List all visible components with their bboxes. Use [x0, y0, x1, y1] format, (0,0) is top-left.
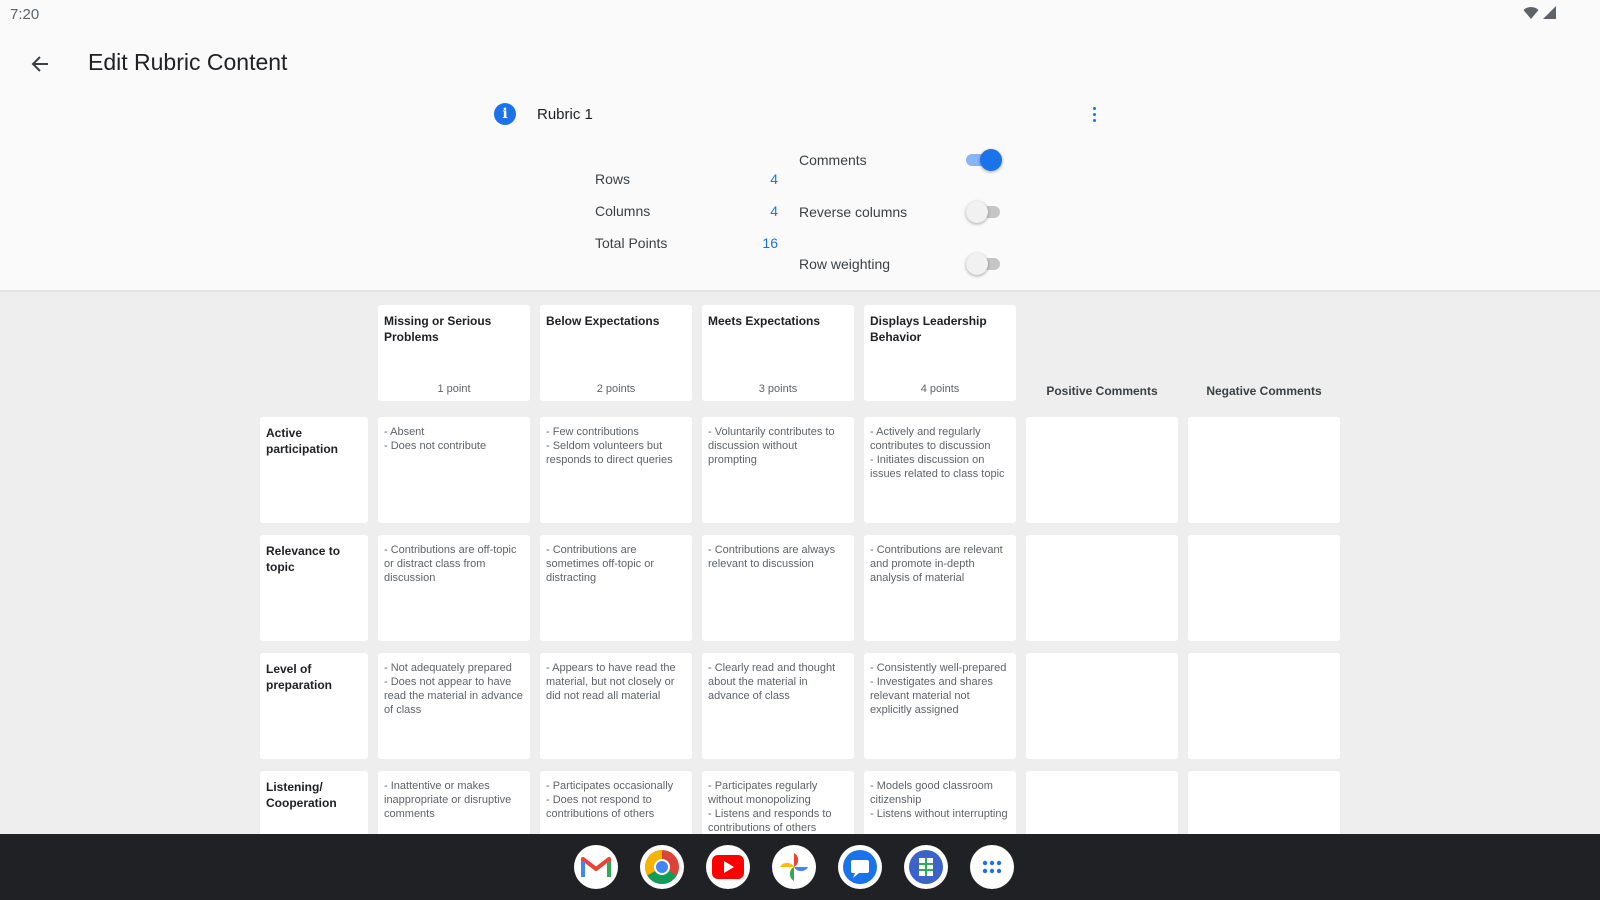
page-title: Edit Rubric Content [88, 49, 288, 75]
column-title: Missing or Serious Problems [384, 314, 492, 344]
column-points: 2 points [596, 383, 636, 395]
total-points-value: 16 [762, 235, 778, 251]
row-header[interactable]: Active participation [260, 417, 368, 523]
signal-icon [1543, 6, 1556, 19]
positive-comments-header: Positive Comments [1046, 384, 1158, 398]
reverse-columns-toggle[interactable] [966, 201, 1000, 223]
rows-value[interactable]: 4 [718, 171, 778, 187]
columns-label: Columns [595, 203, 651, 219]
rubric-grid: Missing or Serious Problems 1 point Belo… [0, 292, 1600, 834]
column-title: Meets Expectations [708, 314, 821, 328]
row-header[interactable]: Listening/ Cooperation [260, 771, 368, 834]
total-points-label: Total Points [595, 235, 668, 251]
rubric-cell[interactable]: - Contributions are off-topic or distrac… [378, 535, 530, 641]
column-header[interactable]: Meets Expectations 3 points [702, 305, 854, 401]
column-header[interactable]: Below Expectations 2 points [540, 305, 692, 401]
column-title: Below Expectations [546, 314, 660, 328]
row-header[interactable]: Level of preparation [260, 653, 368, 759]
negative-comment-cell[interactable] [1188, 771, 1340, 834]
rubric-cell[interactable]: - Absent - Does not contribute [378, 417, 530, 523]
rubric-cell[interactable]: - Participates regularly without monopol… [702, 771, 854, 834]
rubric-cell[interactable]: - Participates occasionally - Does not r… [540, 771, 692, 834]
photos-icon[interactable] [772, 845, 816, 889]
reverse-columns-label: Reverse columns [799, 204, 908, 220]
status-icons [1523, 6, 1556, 20]
wifi-icon [1523, 7, 1539, 20]
rubric-cell[interactable]: - Actively and regularly contributes to … [864, 417, 1016, 523]
app-dock [574, 845, 1014, 889]
comments-toggle[interactable] [966, 149, 1002, 171]
rubric-cell[interactable]: - Contributions are sometimes off-topic … [540, 535, 692, 641]
column-header[interactable]: Missing or Serious Problems 1 point [378, 305, 530, 401]
gmail-icon[interactable] [574, 845, 618, 889]
rubric-settings-panel: Edit Rubric Content i Rubric 1 Rows 4 Co… [0, 30, 1600, 292]
comments-label: Comments [799, 152, 867, 168]
columns-value[interactable]: 4 [718, 203, 778, 219]
rubric-cell[interactable]: - Contributions are relevant and promote… [864, 535, 1016, 641]
status-time: 7:20 [10, 6, 40, 23]
apps-grid-icon[interactable] [970, 845, 1014, 889]
column-title: Displays Leadership Behavior [870, 314, 987, 344]
column-points: 4 points [920, 383, 960, 395]
rubric-name[interactable]: Rubric 1 [537, 106, 593, 123]
sheets-icon[interactable] [904, 845, 948, 889]
column-header[interactable]: Displays Leadership Behavior 4 points [864, 305, 1016, 401]
back-button[interactable] [24, 48, 56, 80]
rubric-cell[interactable]: - Not adequately prepared - Does not app… [378, 653, 530, 759]
rubric-cell[interactable]: - Few contributions - Seldom volunteers … [540, 417, 692, 523]
rubric-cell[interactable]: - Appears to have read the material, but… [540, 653, 692, 759]
arrow-back-icon [31, 56, 48, 72]
status-bar: 7:20 [0, 0, 1600, 30]
column-points: 3 points [758, 383, 798, 395]
rubric-cell[interactable]: - Consistently well-prepared - Investiga… [864, 653, 1016, 759]
rows-label: Rows [595, 171, 631, 187]
negative-comments-header: Negative Comments [1206, 384, 1322, 398]
row-weighting-label: Row weighting [799, 256, 891, 272]
rubric-cell[interactable]: - Voluntarily contributes to discussion … [702, 417, 854, 523]
info-icon[interactable]: i [494, 103, 516, 125]
positive-comment-cell[interactable] [1026, 653, 1178, 759]
positive-comment-cell[interactable] [1026, 417, 1178, 523]
taskbar [0, 834, 1600, 900]
positive-comment-cell[interactable] [1026, 771, 1178, 834]
positive-comment-cell[interactable] [1026, 535, 1178, 641]
rubric-cell[interactable]: - Clearly read and thought about the mat… [702, 653, 854, 759]
column-points: 1 point [437, 383, 471, 395]
row-weighting-toggle[interactable] [966, 253, 1000, 275]
youtube-icon[interactable] [706, 845, 750, 889]
row-header[interactable]: Relevance to topic [260, 535, 368, 641]
chrome-icon[interactable] [640, 845, 684, 889]
rubric-cell[interactable]: - Contributions are always relevant to d… [702, 535, 854, 641]
more-options-icon[interactable] [1086, 102, 1102, 126]
rubric-cell[interactable]: - Inattentive or makes inappropriate or … [378, 771, 530, 834]
messages-icon[interactable] [838, 845, 882, 889]
negative-comment-cell[interactable] [1188, 417, 1340, 523]
negative-comment-cell[interactable] [1188, 535, 1340, 641]
negative-comment-cell[interactable] [1188, 653, 1340, 759]
rubric-cell[interactable]: - Models good classroom citizenship - Li… [864, 771, 1016, 834]
